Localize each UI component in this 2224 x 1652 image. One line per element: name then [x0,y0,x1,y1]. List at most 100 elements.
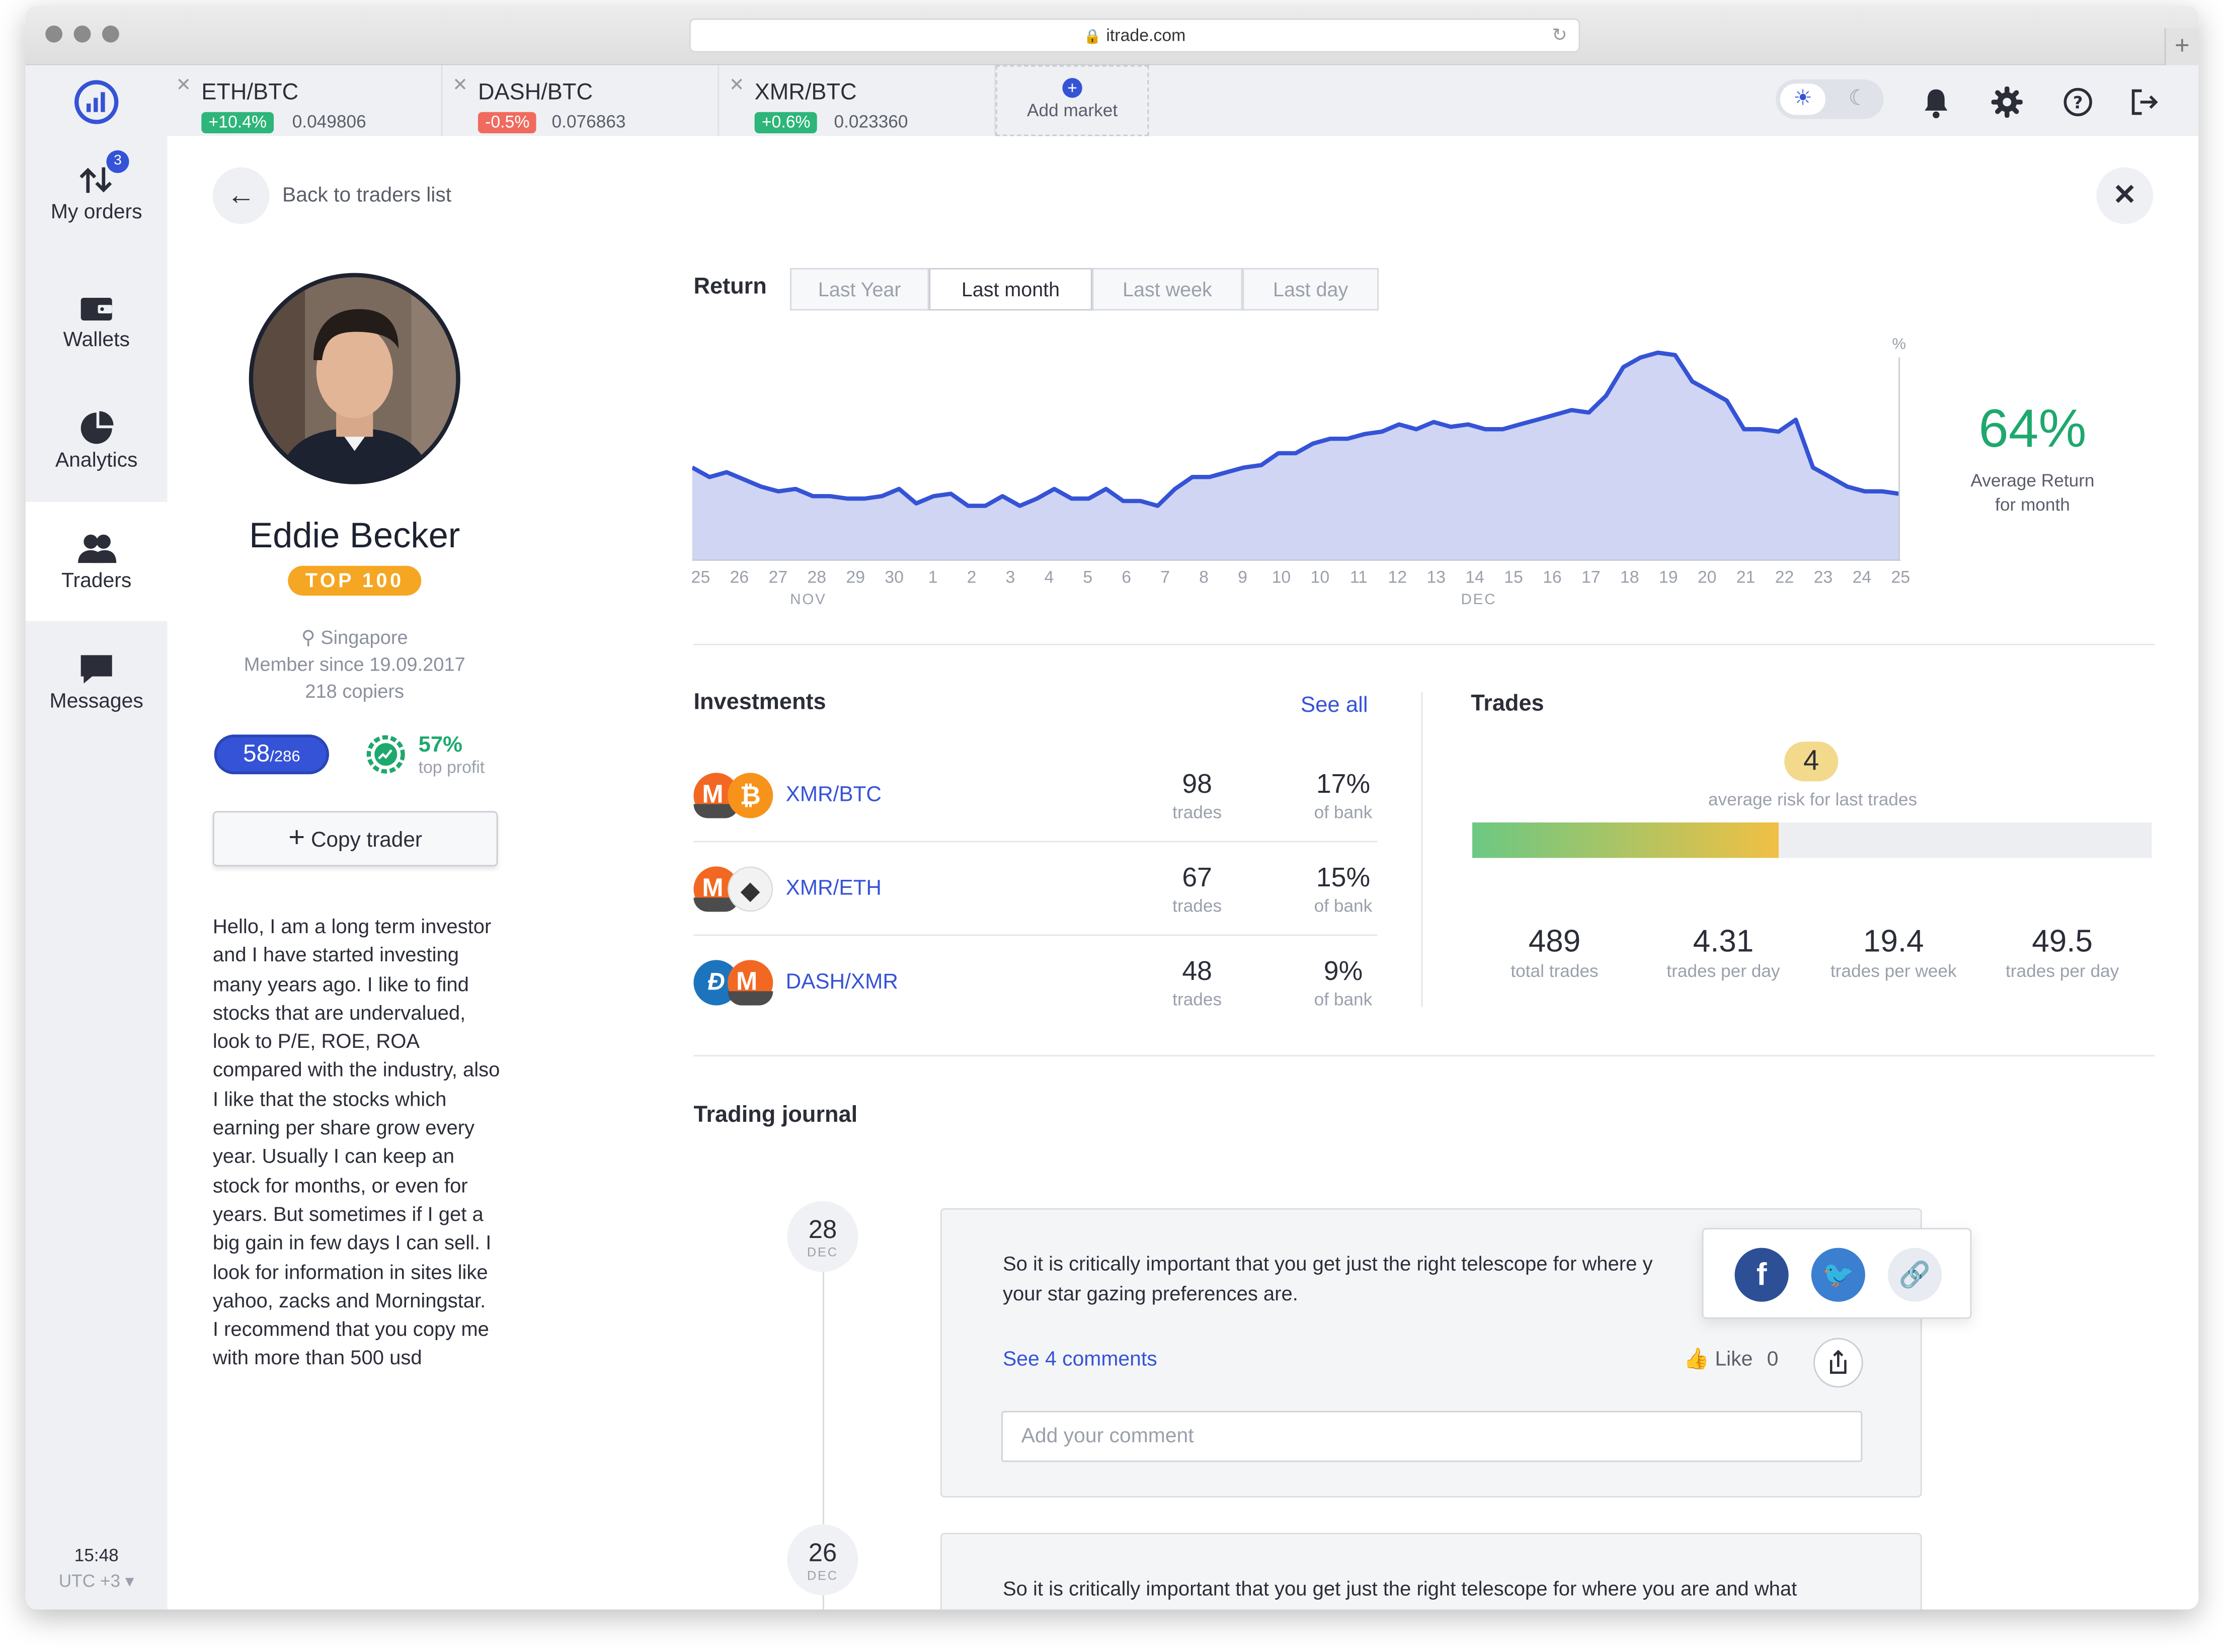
plus-circle-icon: + [1062,78,1082,98]
sidebar-item-my-orders[interactable]: 3 My orders [26,150,168,278]
bank-label: of bank [1314,896,1373,917]
add-market-button[interactable]: + Add market [995,65,1149,136]
x-tick-label: 23 [1813,567,1833,588]
browser-titlebar: 🔒 itrade.com ↻ + [25,6,2199,65]
period-last-year[interactable]: Last Year [790,268,929,311]
stat-trades-per-week: 19.4 [1863,923,1924,959]
market-tab-eth-btc[interactable]: ✕ ETH/BTC +10.4% 0.049806 [168,65,443,136]
reload-icon[interactable]: ↻ [1552,20,1567,51]
date-day: 26 [808,1538,837,1567]
journal-date: 28 DEC [787,1201,858,1272]
tab-price: 0.049806 [292,112,366,132]
copy-trader-button[interactable]: + Copy trader [212,811,498,867]
investment-bank: 15% [1316,863,1371,893]
share-popover: f 🐦 🔗 [1702,1228,1972,1319]
see-all-link[interactable]: See all [1301,693,1368,719]
risk-bar [1472,822,2152,858]
orders-count-badge: 3 [106,150,129,173]
back-to-traders-link[interactable]: Back to traders list [282,184,451,207]
trades-label: trades [1172,802,1222,822]
rank-position: 58 [243,740,270,768]
trades-label: trades [1172,896,1222,917]
gear-icon[interactable] [1991,86,2023,118]
market-tab-dash-btc[interactable]: ✕ DASH/BTC -0.5% 0.076863 [444,65,720,136]
theme-toggle[interactable]: ☀ ☾ [1776,79,1884,119]
period-last-week[interactable]: Last week [1092,268,1243,311]
investment-row[interactable]: M ₿ XMR/BTC 98 trades 17% of bank [693,749,1378,843]
twitter-icon[interactable]: 🐦 [1811,1248,1865,1302]
trader-name: Eddie Becker [249,516,460,556]
link-icon[interactable]: 🔗 [1887,1248,1942,1302]
clock: 15:48 UTC +3 ▾ [26,1546,168,1591]
plus-icon: + [288,822,305,854]
x-tick-label: 13 [1426,567,1446,588]
investment-row[interactable]: M ◆ XMR/ETH 67 trades 15% of bank [693,842,1378,936]
bell-icon[interactable] [1922,88,1950,119]
location-pin-icon: ⚲ [301,626,315,648]
journal-title: Trading journal [693,1103,858,1128]
copy-trader-label: Copy trader [310,828,422,853]
address-bar[interactable]: 🔒 itrade.com ↻ [689,18,1580,53]
risk-bar-fill [1472,822,1778,858]
x-tick-label: 28 [807,567,827,588]
help-icon[interactable]: ? [2062,87,2094,118]
x-tick-label: 20 [1697,567,1717,588]
close-tab-icon[interactable]: ✕ [452,74,468,97]
tab-change-badge: +0.6% [754,112,818,133]
trades-label: trades [1172,989,1222,1010]
share-icon[interactable] [1813,1337,1864,1388]
month-label-nov: NOV [790,591,827,609]
ethereum-icon: ◆ [728,866,773,912]
location: Singapore [321,626,408,648]
like-label: Like [1715,1348,1753,1371]
timezone-selector[interactable]: UTC +3 ▾ [26,1570,168,1591]
bank-label: of bank [1314,989,1373,1010]
rank-total: /286 [270,749,300,766]
period-last-month[interactable]: Last month [929,268,1092,311]
lock-icon: 🔒 [1083,30,1101,46]
close-tab-icon[interactable]: ✕ [729,74,745,97]
comment-input[interactable]: Add your comment [1001,1411,1863,1462]
x-tick-label: 27 [768,567,788,588]
thumbs-up-icon: 👍 [1684,1348,1709,1371]
trades-title: Trades [1471,692,1544,716]
profit-label: top profit [418,757,485,777]
investment-row[interactable]: Đ M DASH/XMR 48 trades 9% of bank [693,936,1377,1029]
x-tick-label: 11 [1349,567,1368,588]
tab-pair: DASH/BTC [478,80,593,105]
bank-label: of bank [1314,802,1373,822]
x-tick-label: 17 [1581,567,1601,588]
sidebar-item-messages[interactable]: Messages [26,648,168,767]
close-icon[interactable]: ✕ [2096,167,2154,224]
x-tick-label: 25 [1891,567,1911,588]
sidebar-item-label: My orders [50,201,142,224]
like-button[interactable]: 👍 Like 0 [1684,1347,1778,1371]
sidebar-item-label: Traders [61,570,132,593]
see-comments-link[interactable]: See 4 comments [1003,1349,1157,1371]
app-logo-icon[interactable] [74,79,119,125]
sidebar-item-traders[interactable]: Traders [25,502,168,621]
close-window-dot[interactable] [45,25,63,43]
x-tick-label: 7 [1160,567,1170,588]
investment-trades: 98 [1182,770,1212,800]
x-tick-label: 24 [1852,567,1872,588]
new-tab-button[interactable]: + [2164,28,2199,65]
member-since: Member since 19.09.2017 [244,653,465,675]
investment-pair: XMR/BTC [785,783,882,807]
tab-price: 0.023360 [834,112,908,132]
x-tick-label: 10 [1272,567,1291,588]
sidebar-item-wallets[interactable]: Wallets [26,286,168,405]
page: 🔒 itrade.com ↻ + ✕ ETH/BTC +10.4% 0.0498… [0,0,2224,1652]
back-arrow-icon[interactable]: ← [212,167,270,224]
zoom-window-dot[interactable] [102,25,119,43]
period-last-day[interactable]: Last day [1242,268,1379,311]
close-tab-icon[interactable]: ✕ [176,74,192,97]
average-return-label: Average Return for month [1947,469,2117,518]
market-tab-xmr-btc[interactable]: ✕ XMR/BTC +0.6% 0.023360 [721,65,996,136]
entry-text-line2: your star gazing preferences are. [1002,1283,1298,1306]
entry-text-line1: So it is critically important that you g… [1002,1578,1797,1601]
logout-icon[interactable] [2129,87,2160,118]
facebook-icon[interactable]: f [1734,1248,1789,1302]
stat-label: trades per day [2006,961,2119,981]
minimize-window-dot[interactable] [73,25,91,43]
